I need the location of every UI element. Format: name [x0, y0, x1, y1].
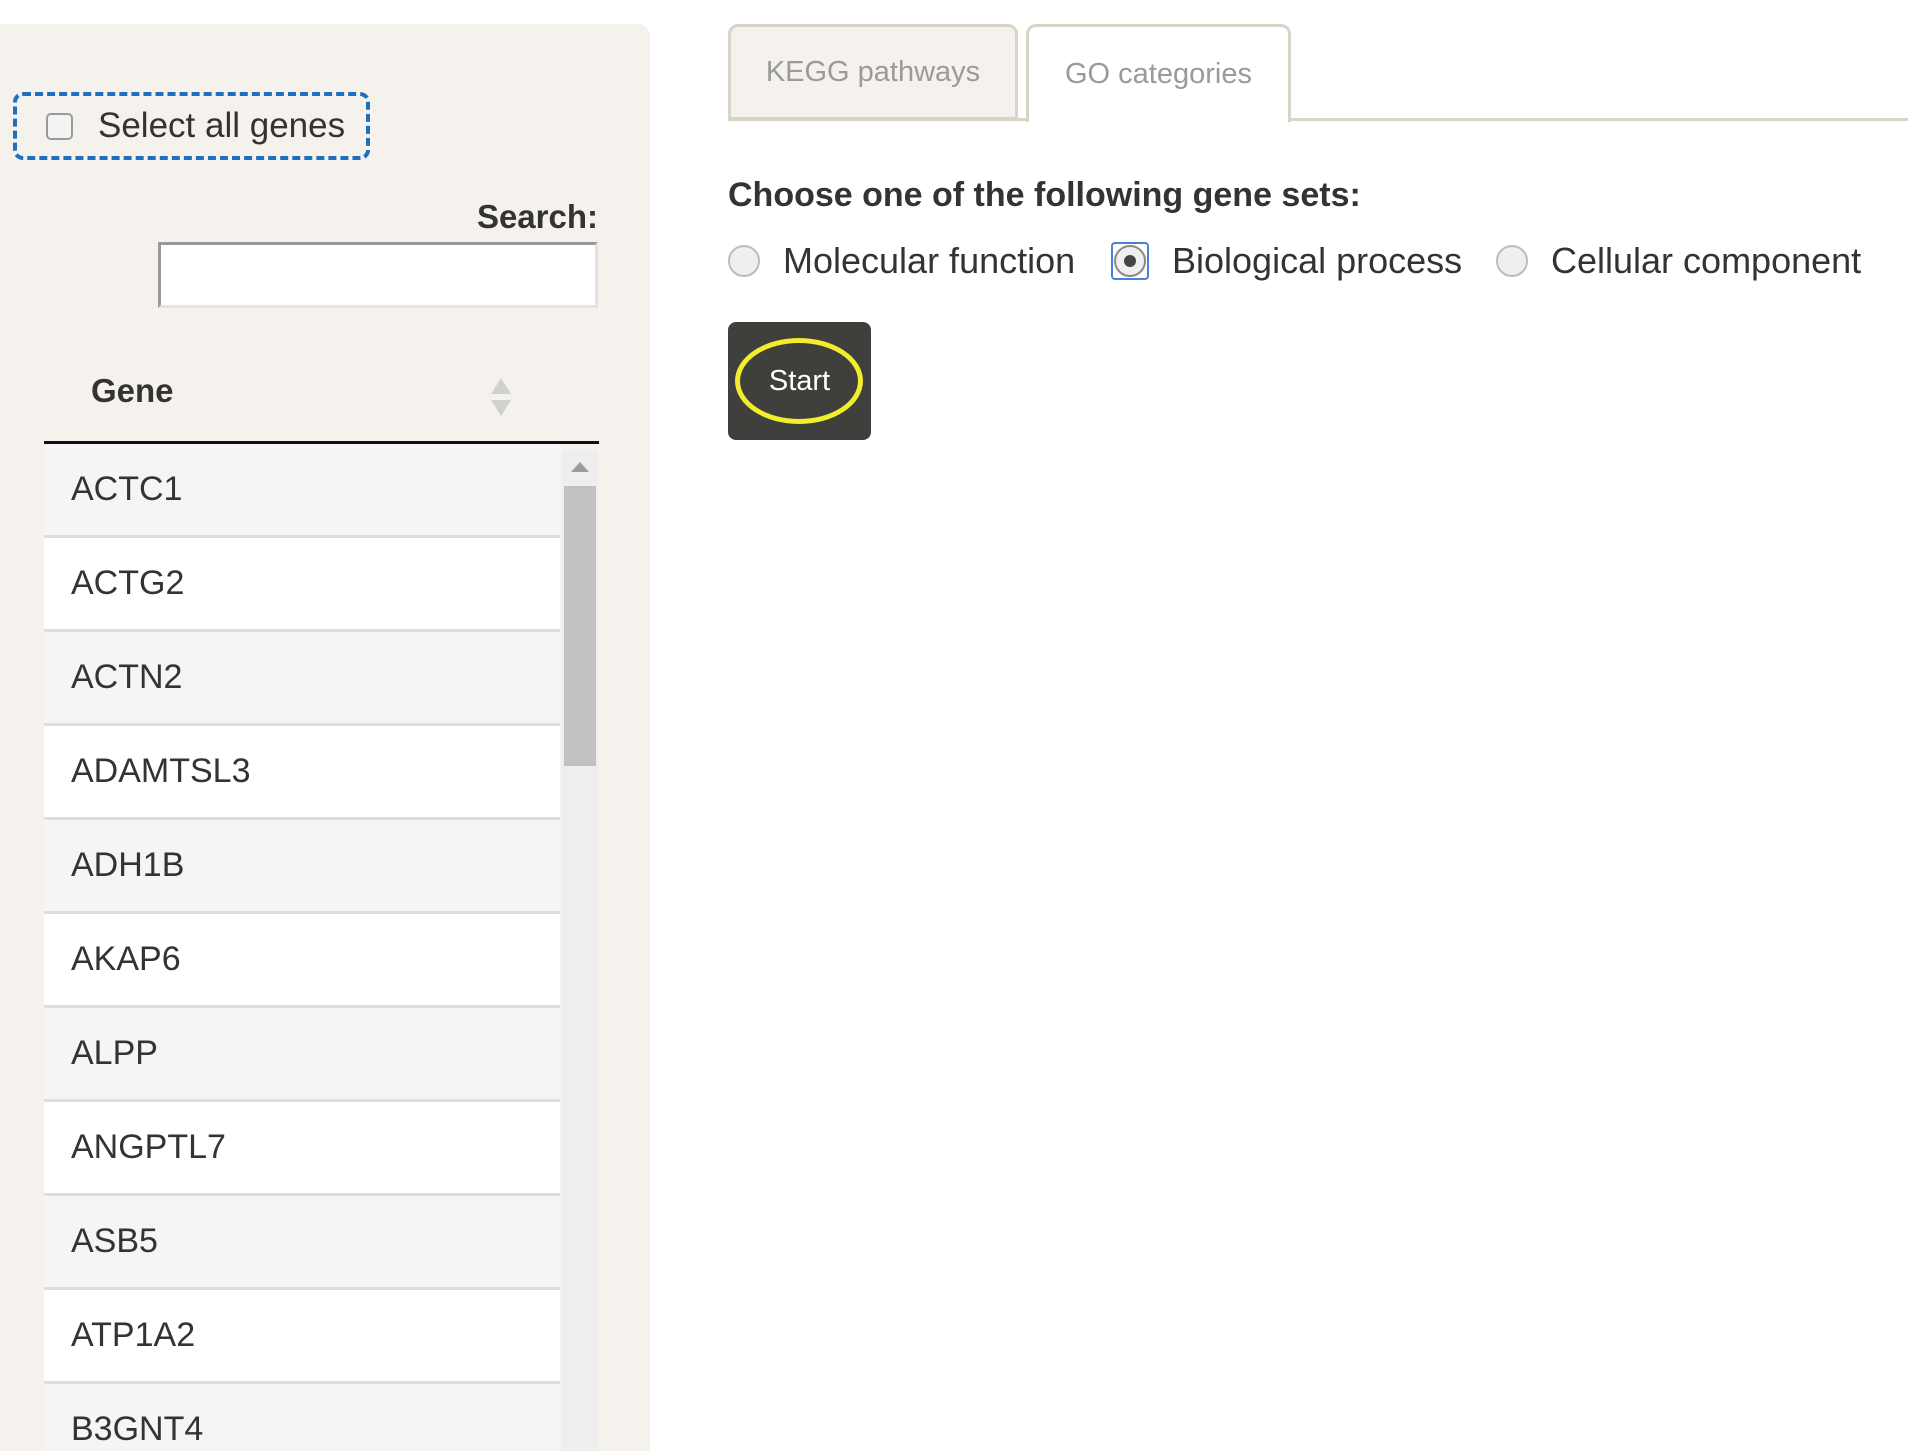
select-all-genes[interactable]: Select all genes [13, 92, 370, 160]
radio-label: Biological process [1172, 240, 1463, 281]
tab-go-categories[interactable]: GO categories [1026, 24, 1291, 122]
table-row[interactable]: ATP1A2 [44, 1290, 560, 1384]
search-label: Search: [476, 198, 598, 235]
table-row[interactable]: ASB5 [44, 1196, 560, 1290]
radio-label: Cellular component [1551, 240, 1862, 281]
table-row[interactable]: ALPP [44, 1008, 560, 1102]
focus-ring [1111, 242, 1149, 280]
gene-column-header[interactable]: Gene [91, 372, 174, 410]
sidebar: Select all genes Search: Gene ACTC1 ACTG… [0, 24, 650, 1451]
table-row[interactable]: ACTG2 [44, 538, 560, 632]
tab-bar: KEGG pathways GO categories [728, 24, 1908, 122]
search-input[interactable] [158, 242, 598, 308]
table-row[interactable]: ACTN2 [44, 632, 560, 726]
radio-cellular-component[interactable]: Cellular component [1496, 236, 1861, 286]
radio-molecular-function[interactable]: Molecular function [728, 236, 1075, 286]
gene-list: ACTC1 ACTG2 ACTN2 ADAMTSL3 ADH1B AKAP6 A… [44, 444, 560, 1451]
table-row[interactable]: B3GNT4 [44, 1384, 560, 1451]
radio-button-selected[interactable] [1114, 245, 1146, 277]
table-header: Gene [44, 334, 599, 444]
select-all-label: Select all genes [98, 106, 346, 145]
table-row[interactable]: AKAP6 [44, 914, 560, 1008]
scroll-thumb[interactable] [564, 486, 596, 766]
sort-icon[interactable] [489, 376, 513, 418]
start-label: Start [768, 364, 831, 397]
start-button[interactable]: Start [728, 322, 871, 440]
table-row[interactable]: ADH1B [44, 820, 560, 914]
gene-set-prompt: Choose one of the following gene sets: [728, 176, 1361, 214]
radio-button[interactable] [1496, 245, 1528, 277]
radio-biological-process[interactable]: Biological process [1111, 236, 1462, 286]
table-row[interactable]: ACTC1 [44, 444, 560, 538]
gene-list-scrollbar[interactable] [562, 450, 598, 1451]
select-all-checkbox[interactable] [46, 112, 73, 140]
radio-button[interactable] [728, 245, 760, 277]
table-row[interactable]: ANGPTL7 [44, 1102, 560, 1196]
radio-label: Molecular function [783, 240, 1076, 281]
scroll-up-icon[interactable] [571, 462, 589, 472]
tab-kegg-pathways[interactable]: KEGG pathways [728, 24, 1018, 120]
table-row[interactable]: ADAMTSL3 [44, 726, 560, 820]
